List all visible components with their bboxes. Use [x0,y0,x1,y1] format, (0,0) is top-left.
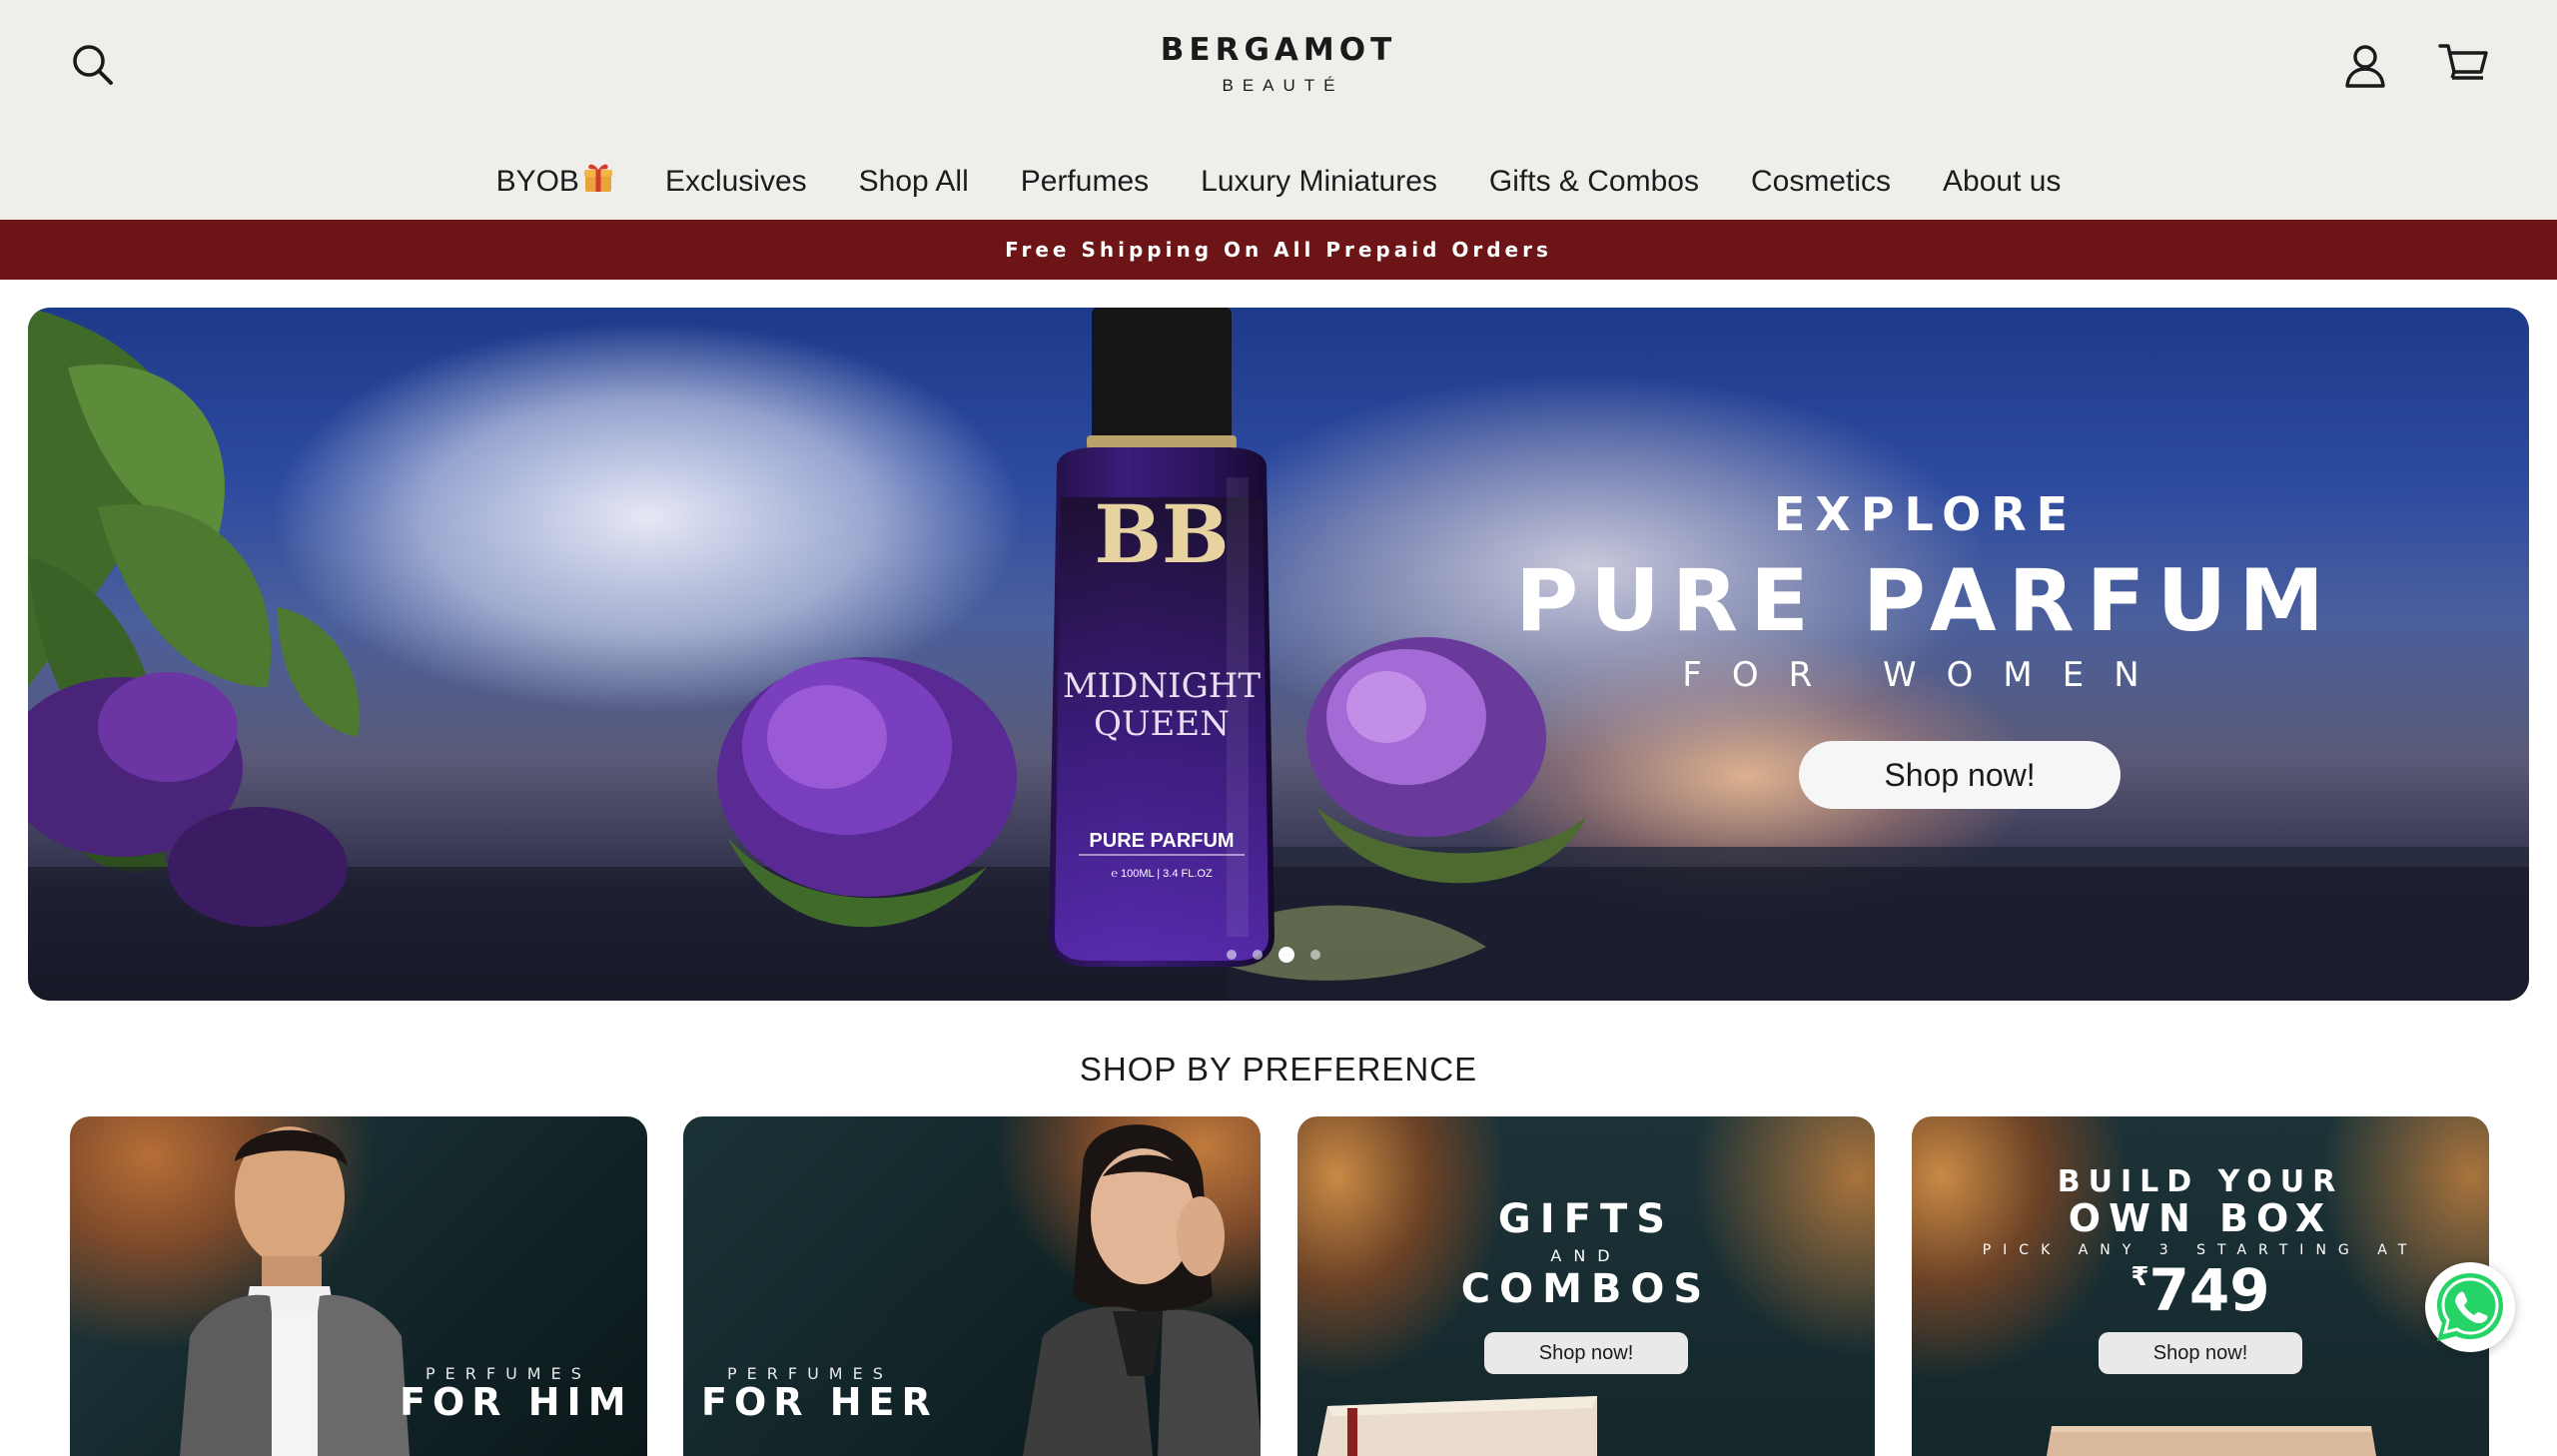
card-price: 749 [2148,1256,2270,1324]
gift-box-image [2047,1426,2376,1456]
nav-item-byob[interactable]: BYOB [470,164,639,199]
carousel-dots [1227,945,1366,965]
category-card-gifts-combos[interactable]: GIFTS AND COMBOS Shop now! [1297,1116,1875,1456]
nav-item-label: Perfumes [1020,165,1150,198]
card-title: FOR HIM [400,1380,633,1424]
card-line3: COMBOS [1460,1266,1712,1312]
currency-symbol: ₹ [2131,1262,2149,1292]
nav-item-exclusives[interactable]: Exclusives [639,165,833,199]
card-line2: OWN BOX [2068,1196,2333,1240]
female-model-image [1023,1124,1261,1456]
bottle-name-line1: MIDNIGHT [1063,666,1261,706]
nav-item-cosmetics[interactable]: Cosmetics [1725,165,1917,199]
user-icon [2345,45,2385,88]
whatsapp-icon [2437,1273,2503,1341]
hero-title: PURE PARFUM [1515,551,2336,651]
nav-item-perfumes[interactable]: Perfumes [995,165,1175,199]
hero-kicker: EXPLORE [1773,487,2079,541]
perfume-bottle-image: BB MIDNIGHT QUEEN PURE PARFUM ℮ 100ML | … [1049,308,1275,967]
card-shop-now-button[interactable]: Shop now! [2099,1332,2302,1374]
bottle-monogram: BB [1094,487,1229,581]
bottle-name-line2: QUEEN [1094,704,1230,744]
nav-item-gifts-combos[interactable]: Gifts & Combos [1463,165,1725,199]
cart-icon [2438,44,2488,80]
nav-item-label: About us [1943,165,2062,198]
main-navigation: BYOB Exclusives Shop All Perfumes Luxury… [0,150,2557,214]
category-card-build-your-own-box[interactable]: BUILD YOUR OWN BOX PICK ANY 3 STARTING A… [1912,1116,2489,1456]
carousel-dot-active[interactable] [1278,947,1294,963]
nav-item-luxury-miniatures[interactable]: Luxury Miniatures [1175,165,1463,199]
gift-icon [583,164,612,192]
hero-copy: EXPLORE PURE PARFUM FOR WOMEN [1476,487,2375,695]
carousel-dot[interactable] [1253,950,1263,960]
whatsapp-chat-button[interactable] [2425,1262,2515,1352]
male-model-image [180,1126,410,1456]
announcement-text: Free Shipping On All Prepaid Orders [1005,238,1552,262]
gift-box-image [1317,1396,1597,1456]
cart-button[interactable] [2437,40,2489,90]
nav-item-label: Shop All [858,165,969,198]
nav-item-label: Cosmetics [1750,165,1891,198]
search-button[interactable] [68,40,118,90]
bottle-label: PURE PARFUM [1089,830,1234,852]
nav-item-label: BYOB [495,165,579,198]
card-price-row: ₹749 [1912,1256,2489,1324]
hero-subtitle: FOR WOMEN [1682,655,2169,695]
carousel-dot[interactable] [1310,950,1320,960]
nav-item-label: Gifts & Combos [1488,165,1699,198]
bottle-volume: ℮ 100ML | 3.4 FL.OZ [1111,868,1213,880]
section-title: SHOP BY PREFERENCE [1079,1051,1478,1088]
nav-item-about-us[interactable]: About us [1917,165,2087,199]
nav-item-label: Luxury Miniatures [1201,165,1437,198]
logo-subtitle: BEAUTÉ [1222,76,1344,95]
card-title: FOR HER [701,1380,938,1424]
search-icon [73,45,113,85]
announcement-bar: Free Shipping On All Prepaid Orders [0,220,2557,280]
brand-logo[interactable]: BERGAMOT BEAUTÉ [1079,30,1478,110]
category-card-for-her[interactable]: PERFUMES FOR HER [683,1116,1261,1456]
card-shop-now-button[interactable]: Shop now! [1484,1332,1688,1374]
carousel-dot[interactable] [1227,950,1237,960]
site-header: BERGAMOT BEAUTÉ BYOB Exclusives Shop All… [0,0,2557,220]
card-line2: AND [1550,1246,1622,1265]
account-button[interactable] [2341,42,2389,90]
hero-shop-now-button[interactable]: Shop now! [1799,741,2121,809]
card-line1: BUILD YOUR [2057,1164,2344,1199]
nav-item-label: Exclusives [664,165,807,198]
logo-wordmark: BERGAMOT [1160,32,1397,68]
category-card-for-him[interactable]: PERFUMES FOR HIM [70,1116,647,1456]
hero-banner[interactable]: BB MIDNIGHT QUEEN PURE PARFUM ℮ 100ML | … [28,308,2529,1001]
card-line1: GIFTS [1497,1196,1675,1242]
nav-item-shop-all[interactable]: Shop All [833,165,995,199]
